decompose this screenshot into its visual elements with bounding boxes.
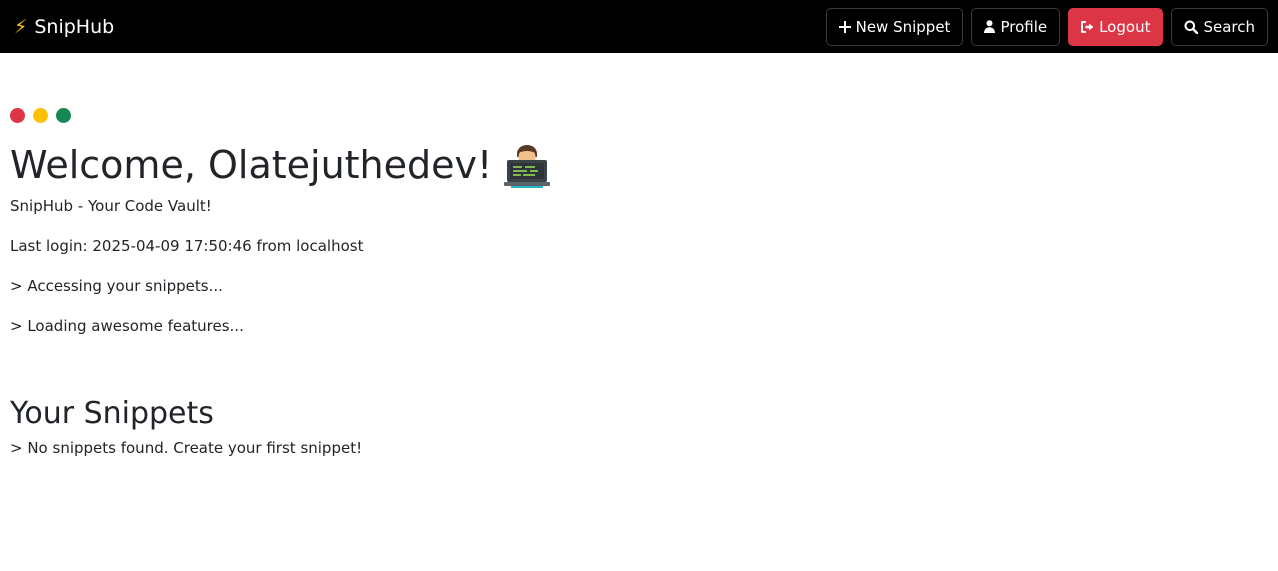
search-button[interactable]: Search xyxy=(1171,7,1268,46)
welcome-text: Welcome, Olatejuthedev! xyxy=(10,143,493,187)
plus-icon xyxy=(838,20,851,33)
last-login-text: Last login: 2025-04-09 17:50:46 from loc… xyxy=(10,237,364,255)
window-dots xyxy=(10,108,1268,124)
red-dot xyxy=(10,108,25,123)
main-content: Welcome, Olatejuthedev! SnipHub - Your C… xyxy=(10,108,1268,458)
subtitle: SnipHub - Your Code Vault! xyxy=(10,197,212,215)
search-label: Search xyxy=(1203,17,1255,36)
new-snippet-label: New Snippet xyxy=(855,17,951,36)
logout-label: Logout xyxy=(1099,17,1151,36)
status-line: > Accessing your snippets... xyxy=(10,277,223,295)
brand-label: SnipHub xyxy=(34,15,115,38)
sign-out-icon xyxy=(1081,20,1094,33)
yellow-dot xyxy=(33,108,48,123)
search-icon xyxy=(1184,20,1199,34)
welcome-heading: Welcome, Olatejuthedev! xyxy=(10,142,1268,188)
profile-button[interactable]: Profile xyxy=(971,7,1061,46)
lightning-bolt-icon: ⚡ xyxy=(14,15,28,38)
empty-snippets-message: > No snippets found. Create your first s… xyxy=(10,439,363,457)
status-line: > Loading awesome features... xyxy=(10,317,244,335)
navbar: ⚡ SnipHub New Snippet Profile Logout Sea… xyxy=(0,0,1278,53)
brand-link[interactable]: ⚡ SnipHub xyxy=(14,16,114,38)
profile-label: Profile xyxy=(1000,17,1048,36)
nav-actions: New Snippet Profile Logout Search xyxy=(825,7,1268,46)
green-dot xyxy=(56,108,71,123)
new-snippet-button[interactable]: New Snippet xyxy=(825,7,964,46)
snippets-heading: Your Snippets xyxy=(10,396,214,431)
technologist-emoji-icon xyxy=(504,142,551,188)
logout-button[interactable]: Logout xyxy=(1068,7,1164,46)
user-icon xyxy=(984,20,996,33)
